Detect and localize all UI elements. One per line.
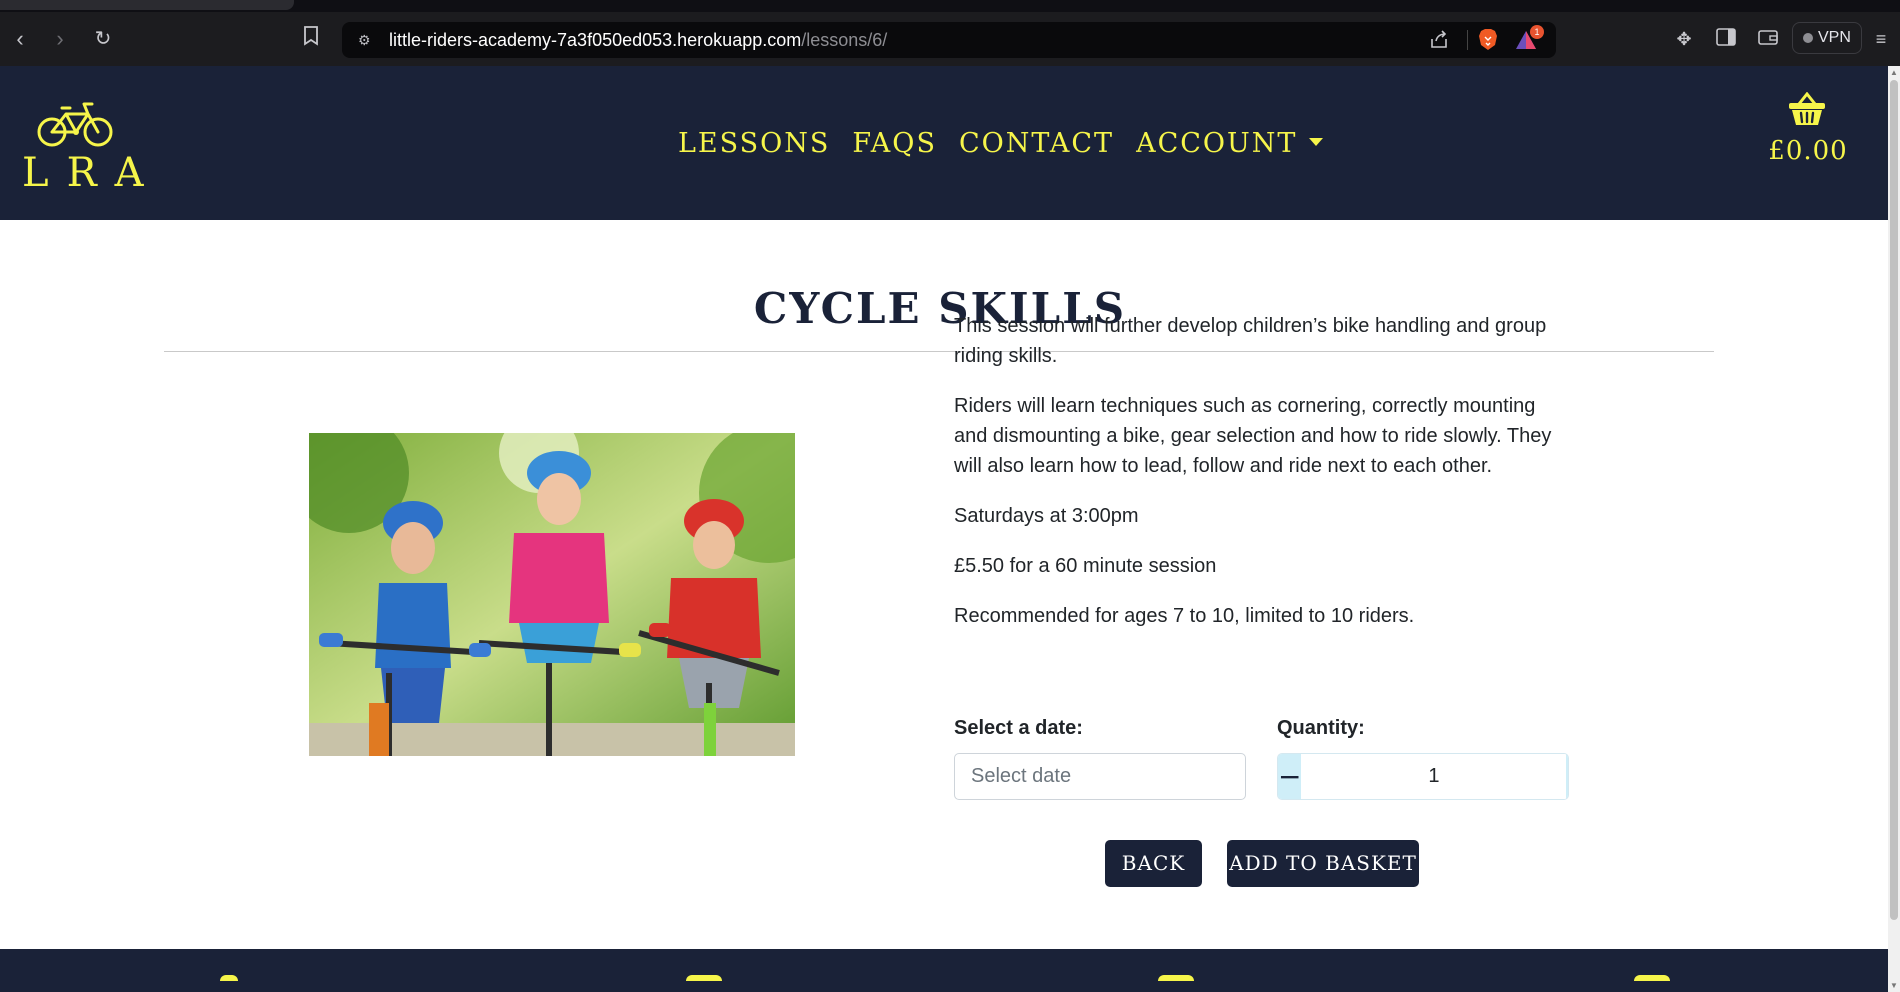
basket-total: £0.00 bbox=[1768, 136, 1848, 166]
quantity-stepper: − + bbox=[1277, 753, 1569, 800]
share-shape bbox=[1431, 30, 1447, 48]
date-picker-input[interactable] bbox=[954, 753, 1246, 800]
bookmark-shape bbox=[304, 26, 318, 46]
nav-lessons[interactable]: LESSONS bbox=[678, 128, 830, 159]
email-icon-top bbox=[1634, 975, 1670, 981]
instagram-icon[interactable] bbox=[686, 975, 722, 985]
decrement-button[interactable]: − bbox=[1278, 754, 1302, 799]
lesson-recommendation: Recommended for ages 7 to 10, limited to… bbox=[954, 605, 1415, 627]
page-title: CYCLE SKILLS bbox=[753, 284, 1127, 333]
vpn-status-dot bbox=[1803, 33, 1813, 43]
kids-cycling-photo bbox=[309, 433, 795, 756]
url-path: /lessons/6/ bbox=[801, 30, 888, 50]
phone-icon-top bbox=[1158, 975, 1194, 981]
wallet-icon[interactable] bbox=[1757, 28, 1779, 50]
nav-contact[interactable]: CONTACT bbox=[959, 128, 1114, 159]
extensions-icon[interactable]: ✥ bbox=[1673, 28, 1695, 50]
share-icon[interactable] bbox=[1428, 29, 1450, 51]
email-icon[interactable] bbox=[1634, 975, 1670, 985]
phone-icon[interactable] bbox=[1158, 975, 1194, 985]
brave-rewards-icon[interactable]: 1 bbox=[1514, 25, 1544, 52]
brave-shields-icon[interactable] bbox=[1478, 28, 1498, 52]
site-info-icon[interactable]: ⚙ bbox=[358, 31, 376, 49]
bookmark-icon[interactable] bbox=[298, 26, 324, 52]
scroll-down-icon[interactable]: ▼ bbox=[1890, 981, 1898, 990]
page-viewport: LRA LESSONS FAQS CONTACT ACCOUNT £0.00 C… bbox=[0, 66, 1888, 992]
url-text[interactable]: little-riders-academy-7a3f050ed053.herok… bbox=[389, 30, 887, 51]
nav-faqs[interactable]: FAQS bbox=[852, 128, 937, 159]
nav-account-dropdown[interactable]: ACCOUNT bbox=[1136, 128, 1324, 159]
caret-down-icon bbox=[1309, 138, 1324, 146]
vpn-label: VPN bbox=[1818, 29, 1851, 46]
bicycle-icon bbox=[37, 102, 113, 147]
sidebar-shape bbox=[1716, 28, 1736, 46]
address-bar[interactable]: ⚙ little-riders-academy-7a3f050ed053.her… bbox=[342, 22, 1556, 58]
lesson-description-intro: This session will further develop childr… bbox=[954, 315, 1547, 367]
facebook-icon-top bbox=[220, 975, 238, 981]
lesson-image bbox=[309, 433, 795, 756]
lesson-description-details: Riders will learn techniques such as cor… bbox=[954, 395, 1552, 477]
basket-link[interactable]: £0.00 bbox=[1766, 92, 1856, 172]
site-logo[interactable]: LRA bbox=[22, 100, 144, 196]
browser-tab[interactable] bbox=[0, 0, 294, 10]
back-button[interactable]: BACK bbox=[1105, 840, 1202, 887]
toolbar-divider bbox=[1467, 30, 1468, 50]
nav-account-label: ACCOUNT bbox=[1136, 128, 1298, 159]
back-arrow-icon[interactable]: ‹ bbox=[7, 26, 33, 52]
menu-icon[interactable]: ≡ bbox=[1870, 28, 1892, 50]
quantity-input[interactable] bbox=[1301, 754, 1567, 799]
sidebar-icon[interactable] bbox=[1715, 28, 1737, 50]
rewards-badge: 1 bbox=[1530, 25, 1544, 39]
main-nav: LESSONS FAQS CONTACT ACCOUNT bbox=[678, 128, 1324, 159]
lesson-schedule: Saturdays at 3:00pm bbox=[954, 505, 1139, 527]
forward-arrow-icon[interactable]: › bbox=[47, 26, 73, 52]
site-header: LRA LESSONS FAQS CONTACT ACCOUNT £0.00 bbox=[0, 66, 1888, 220]
vpn-button[interactable]: VPN bbox=[1792, 22, 1862, 54]
scroll-up-icon[interactable]: ▲ bbox=[1890, 68, 1898, 77]
wallet-shape bbox=[1758, 30, 1778, 45]
increment-button[interactable]: + bbox=[1566, 754, 1568, 799]
page-scrollbar[interactable]: ▲ ▼ bbox=[1888, 66, 1900, 992]
basket-icon bbox=[1789, 92, 1825, 125]
browser-toolbar: ‹ › ↻ ⚙ little-riders-academy-7a3f050ed0… bbox=[0, 12, 1900, 66]
facebook-icon[interactable] bbox=[220, 975, 238, 985]
brave-lion-shape bbox=[1479, 29, 1497, 50]
instagram-icon-top bbox=[686, 975, 722, 981]
scrollbar-thumb[interactable] bbox=[1890, 80, 1898, 920]
reload-icon[interactable]: ↻ bbox=[90, 26, 116, 52]
add-to-basket-button[interactable]: ADD TO BASKET bbox=[1227, 840, 1419, 887]
quantity-label: Quantity: bbox=[1277, 717, 1365, 739]
date-label: Select a date: bbox=[954, 717, 1083, 739]
logo-text: LRA bbox=[22, 150, 162, 196]
url-host: little-riders-academy-7a3f050ed053.herok… bbox=[389, 30, 802, 50]
site-footer bbox=[0, 949, 1888, 992]
browser-tab-strip bbox=[0, 0, 1900, 12]
lesson-price: £5.50 for a 60 minute session bbox=[954, 555, 1217, 577]
